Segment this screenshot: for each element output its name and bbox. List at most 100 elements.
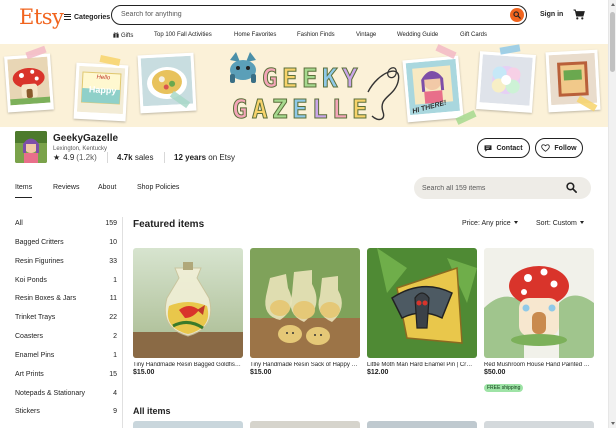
sidebar-item-count: 1	[113, 352, 117, 359]
years-value: 12 years	[174, 153, 207, 162]
chevron-down-icon	[513, 221, 518, 224]
subnav-gifts[interactable]: Gifts	[113, 32, 133, 39]
svg-text:L: L	[332, 95, 348, 124]
shop-sales: 4.7k sales	[117, 153, 154, 162]
sidebar-item-label: Koi Ponds	[15, 277, 47, 284]
sidebar-item-count: 33	[109, 258, 117, 265]
subnav-fashion-finds[interactable]: Fashion Finds	[297, 32, 335, 38]
listing-image-goldfish[interactable]	[133, 248, 243, 358]
cart-icon[interactable]	[573, 9, 585, 20]
heart-icon	[541, 144, 551, 152]
search-icon	[513, 10, 521, 19]
listing-price: $50.00	[484, 369, 506, 376]
hamburger-icon	[64, 14, 71, 20]
scrollbar-thumb[interactable]	[610, 12, 615, 72]
listing-image-happy-sack[interactable]	[250, 248, 360, 358]
shop-rating[interactable]: ★ 4.9 (1.2k)	[53, 153, 97, 162]
search-button[interactable]	[510, 7, 524, 22]
svg-text:A: A	[252, 95, 268, 124]
listing-card[interactable]: Red Mushroom House Hand Painted R... $50…	[484, 248, 594, 394]
shop-location: Lexington, Kentucky	[53, 146, 108, 152]
listing-image-partial[interactable]	[250, 421, 360, 428]
listing-image-partial[interactable]	[484, 421, 594, 428]
rating-count: (1.2k)	[76, 153, 97, 162]
svg-text:E: E	[292, 95, 308, 124]
subnav-home-favorites[interactable]: Home Favorites	[234, 32, 276, 38]
tab-about[interactable]: About	[98, 184, 116, 191]
site-header: Etsy Categories Sign in	[0, 0, 608, 44]
star-icon: ★	[53, 153, 61, 162]
sidebar-item-notepads-stationary[interactable]: Notepads & Stationary 4	[15, 390, 119, 402]
listing-image-mushroom-house[interactable]	[484, 248, 594, 358]
sidebar-item-label: Trinket Trays	[15, 314, 56, 321]
svg-text:G: G	[232, 95, 248, 124]
contact-button[interactable]: Contact	[477, 138, 530, 158]
banner-photo-hi-there	[402, 55, 464, 123]
scroll-down-icon[interactable]	[611, 422, 615, 425]
sidebar-item-label: Bagged Critters	[15, 239, 64, 246]
search-input[interactable]	[121, 8, 491, 21]
listing-image-partial[interactable]	[133, 421, 243, 428]
sidebar-item-coasters[interactable]: Coasters 2	[15, 333, 119, 345]
listing-card[interactable]: Little Moth Man Hard Enamel Pin | Cryp..…	[367, 248, 477, 376]
tab-items[interactable]: Items	[15, 184, 33, 198]
sidebar-item-resin-boxes-jars[interactable]: Resin Boxes & Jars 11	[15, 295, 119, 307]
stat-divider	[164, 152, 165, 163]
sales-value: 4.7k	[117, 153, 133, 162]
sidebar-item-bagged-critters[interactable]: Bagged Critters 10	[15, 239, 119, 251]
sidebar-item-label: Art Prints	[15, 371, 44, 378]
shop-avatar[interactable]	[15, 131, 47, 163]
sidebar-item-label: Notepads & Stationary	[15, 390, 86, 397]
page-scrollbar[interactable]	[608, 0, 616, 428]
sidebar-item-art-prints[interactable]: Art Prints 15	[15, 371, 119, 383]
categories-button[interactable]: Categories	[64, 10, 110, 24]
listing-title[interactable]: Tiny Handmade Resin Sack of Happy P...	[250, 362, 358, 368]
subnav-gift-cards[interactable]: Gift Cards	[460, 32, 487, 38]
sidebar-item-count: 10	[109, 239, 117, 246]
tab-shop-policies[interactable]: Shop Policies	[137, 184, 179, 191]
sidebar-item-count: 2	[113, 333, 117, 340]
listing-title[interactable]: Red Mushroom House Hand Painted R...	[484, 362, 592, 368]
price-filter-dropdown[interactable]: Price: Any price	[462, 220, 518, 227]
sidebar-item-label: Enamel Pins	[15, 352, 55, 359]
section-sidebar: All 159 Bagged Critters 10 Resin Figurines…	[15, 217, 123, 428]
subnav-vintage[interactable]: Vintage	[356, 32, 376, 38]
listing-card[interactable]: Tiny Handmade Resin Sack of Happy P... $…	[250, 248, 360, 376]
listing-title[interactable]: Little Moth Man Hard Enamel Pin | Cryp..…	[367, 362, 475, 368]
svg-text:G: G	[262, 64, 278, 94]
sidebar-item-stickers[interactable]: Stickers 9	[15, 408, 119, 420]
sidebar-item-label: Coasters	[15, 333, 44, 340]
banner-note-line-1: Hello	[96, 74, 111, 82]
listing-title[interactable]: Tiny Handmade Resin Bagged Goldfish ...	[133, 362, 241, 368]
sign-in-link[interactable]: Sign in	[540, 11, 563, 18]
shop-banner: Hello Happy G E E K Y G A Z E L L E HI T…	[0, 44, 608, 127]
listing-image-partial[interactable]	[367, 421, 477, 428]
shop-search-input[interactable]	[422, 182, 552, 194]
subnav-wedding-guide[interactable]: Wedding Guide	[397, 32, 438, 38]
sidebar-item-enamel-pins[interactable]: Enamel Pins 1	[15, 352, 119, 364]
sidebar-item-koi-ponds[interactable]: Koi Ponds 1	[15, 277, 119, 289]
sidebar-item-label: Resin Figurines	[15, 258, 64, 265]
banner-note-text: Hello Happy	[86, 74, 121, 96]
listing-price: $12.00	[367, 369, 389, 376]
sort-dropdown[interactable]: Sort: Custom	[536, 220, 584, 227]
etsy-logo[interactable]: Etsy	[19, 5, 64, 29]
sidebar-item-count: 4	[113, 390, 117, 397]
sidebar-item-resin-figurines[interactable]: Resin Figurines 33	[15, 258, 119, 270]
sidebar-item-trinket-trays[interactable]: Trinket Trays 22	[15, 314, 119, 326]
sidebar-item-all[interactable]: All 159	[15, 220, 119, 232]
scroll-up-icon[interactable]	[611, 3, 615, 6]
sidebar-item-count: 11	[109, 295, 117, 302]
listing-card[interactable]: Tiny Handmade Resin Bagged Goldfish ... …	[133, 248, 243, 376]
svg-text:E: E	[302, 64, 318, 94]
tab-reviews[interactable]: Reviews	[53, 184, 79, 191]
subnav-fall-activities[interactable]: Top 100 Fall Activities	[154, 32, 212, 38]
shop-years: 12 years on Etsy	[174, 153, 235, 162]
subnav-gifts-label: Gifts	[121, 33, 134, 39]
follow-button[interactable]: Follow	[535, 138, 583, 158]
listing-image-moth-pin[interactable]	[367, 248, 477, 358]
sidebar-item-count: 1	[113, 277, 117, 284]
search-icon[interactable]	[566, 182, 577, 193]
sidebar-item-count: 15	[109, 371, 117, 378]
sales-label: sales	[134, 153, 154, 162]
